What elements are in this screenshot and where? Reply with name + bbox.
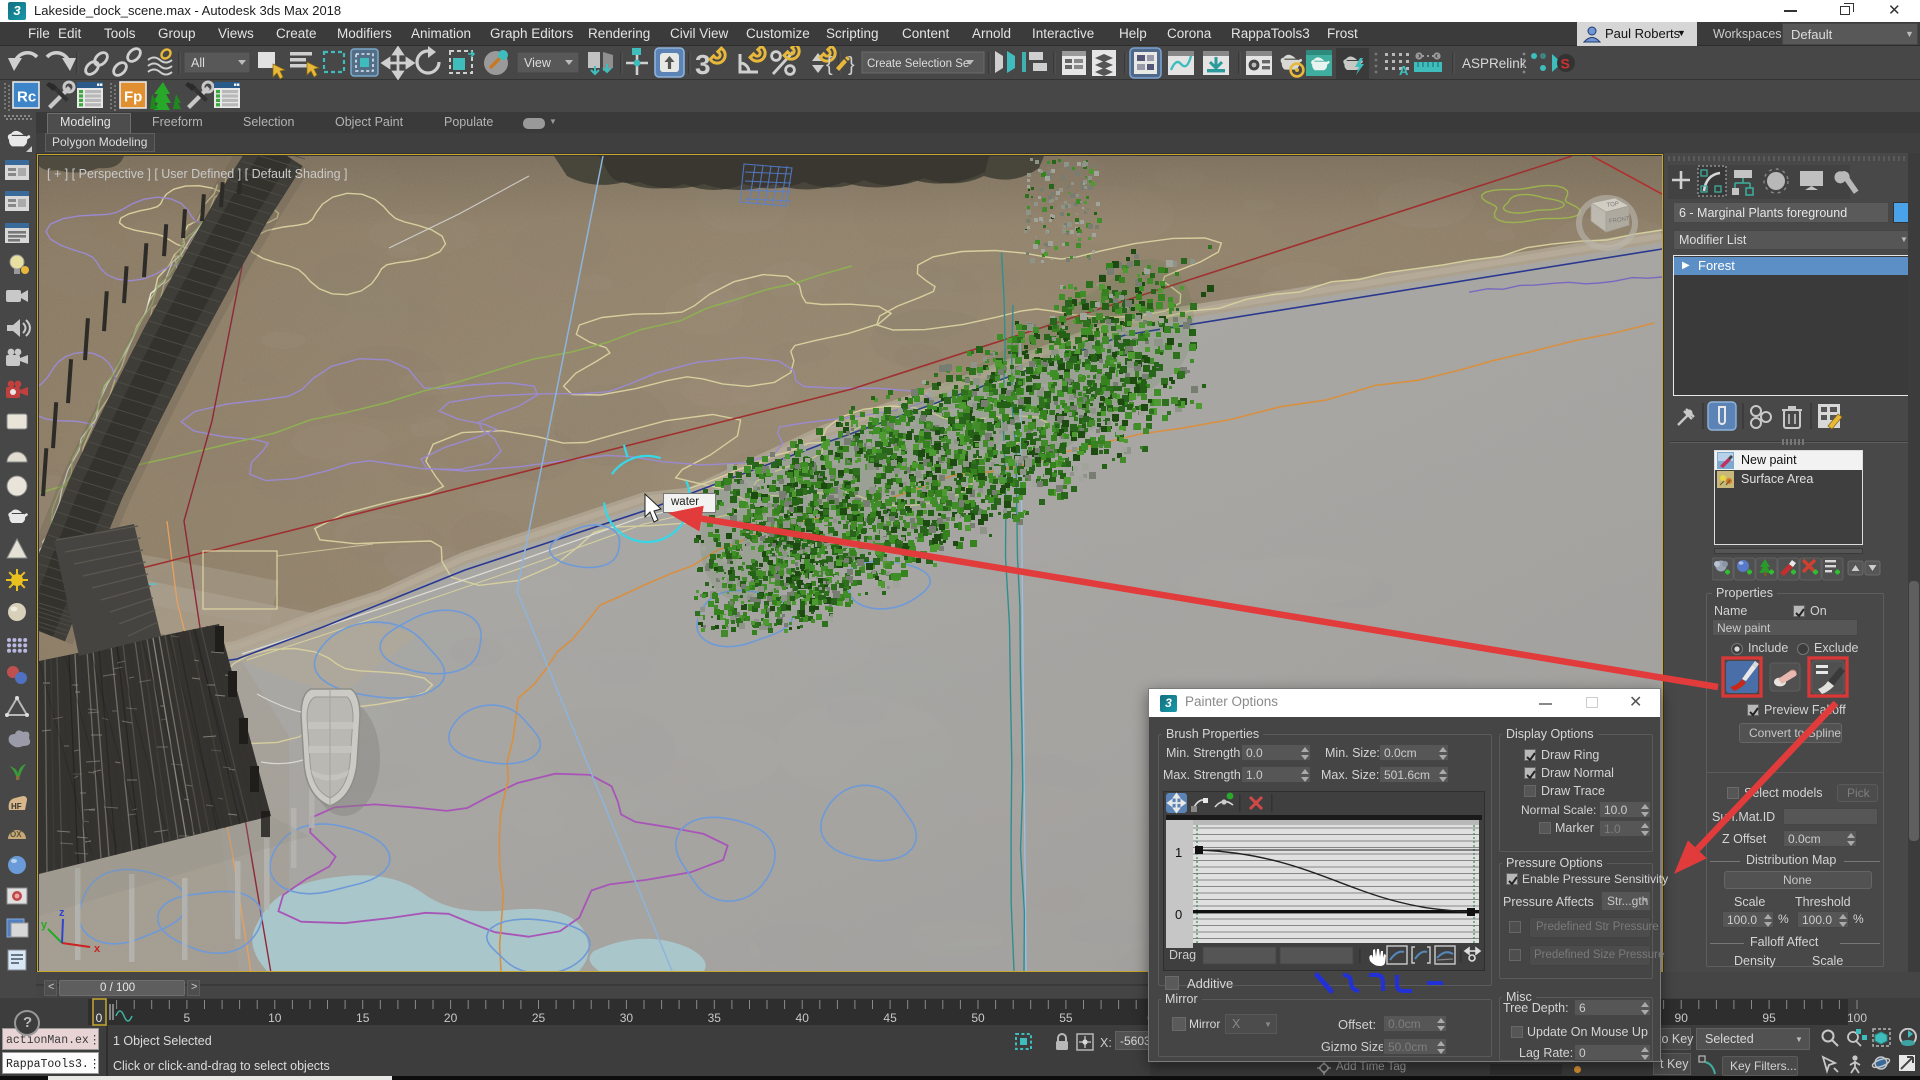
svg-text:35: 35 <box>708 1011 722 1025</box>
svg-text:15: 15 <box>356 1011 370 1025</box>
svg-text:X:: X: <box>1100 1036 1112 1050</box>
svg-text:90: 90 <box>1675 1011 1689 1025</box>
svg-text:Create Selection Se: Create Selection Se <box>867 58 969 70</box>
svg-text:20: 20 <box>444 1011 458 1025</box>
svg-text:Rc: Rc <box>17 89 36 106</box>
svg-text:[ + ] [ Perspective ] [ User D: [ + ] [ Perspective ] [ User Defined ] [… <box>47 167 348 181</box>
svg-text:1: 1 <box>1175 845 1182 860</box>
svg-text:View: View <box>524 56 552 70</box>
svg-text:All: All <box>191 56 205 70</box>
svg-text:Fp: Fp <box>124 89 142 106</box>
svg-text:{: { <box>826 54 833 76</box>
svg-text:S: S <box>1561 56 1570 72</box>
svg-text:HF: HF <box>11 802 22 811</box>
svg-text:y: y <box>41 919 48 931</box>
svg-text:40: 40 <box>796 1011 810 1025</box>
svg-text:x: x <box>94 943 101 955</box>
svg-text:100: 100 <box>1847 1011 1867 1025</box>
svg-text:z: z <box>59 907 65 919</box>
svg-text:3: 3 <box>695 49 711 80</box>
svg-text:}: } <box>848 54 855 76</box>
svg-text:0: 0 <box>1175 907 1182 922</box>
svg-text:Drag: Drag <box>1169 948 1196 962</box>
svg-text:50: 50 <box>971 1011 985 1025</box>
svg-text:5: 5 <box>184 1011 191 1025</box>
svg-text:10: 10 <box>268 1011 282 1025</box>
svg-text:30: 30 <box>620 1011 634 1025</box>
svg-text:45: 45 <box>883 1011 897 1025</box>
svg-text:0: 0 <box>96 1011 103 1025</box>
svg-text:OX: OX <box>10 830 22 839</box>
svg-text:A: A <box>1399 63 1409 78</box>
svg-text:ASPRelink: ASPRelink <box>1462 56 1527 71</box>
svg-text:95: 95 <box>1762 1011 1776 1025</box>
svg-text:25: 25 <box>532 1011 546 1025</box>
svg-text:55: 55 <box>1059 1011 1073 1025</box>
